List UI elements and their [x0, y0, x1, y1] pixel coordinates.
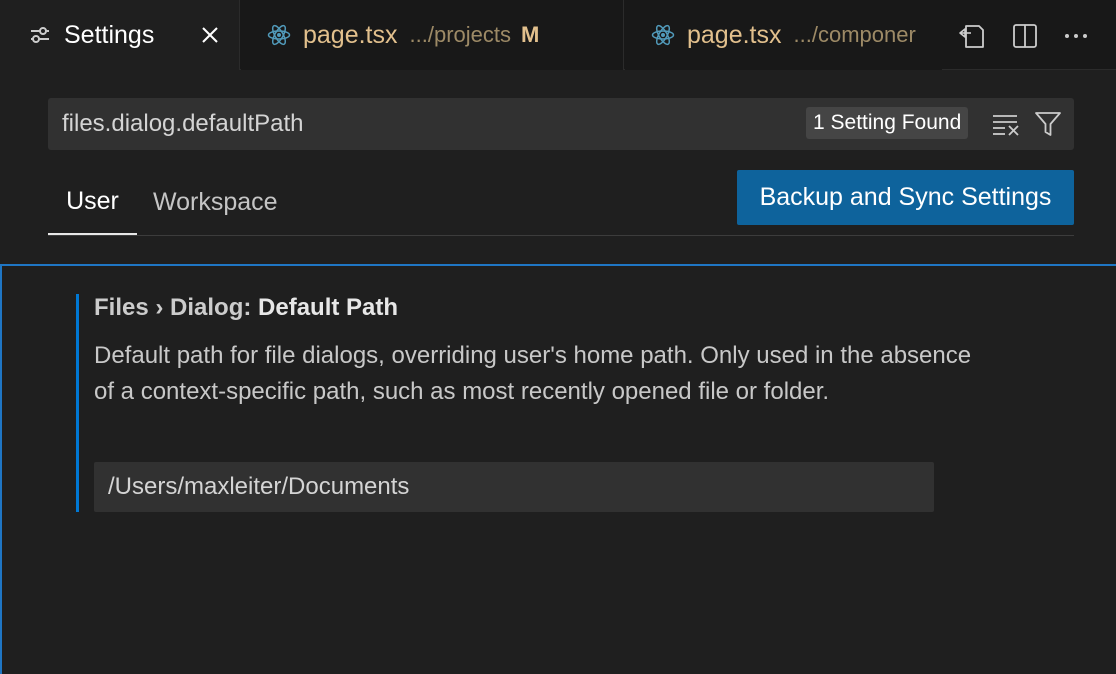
more-actions-icon[interactable] — [1060, 20, 1092, 52]
focus-divider — [0, 264, 1116, 266]
tab-page-tsx-components[interactable]: page.tsx .../componer — [625, 0, 942, 70]
tab-page-tsx-projects[interactable]: page.tsx .../projects M — [241, 0, 624, 70]
tab-page2-title: page.tsx — [687, 20, 782, 49]
default-path-input[interactable] — [94, 462, 934, 512]
clear-filter-icon[interactable] — [990, 110, 1022, 138]
tab-page1-title: page.tsx — [303, 20, 398, 49]
tab-settings-title: Settings — [64, 20, 155, 49]
modified-badge: M — [521, 22, 540, 47]
focus-border — [0, 266, 2, 674]
tab-workspace[interactable]: Workspace — [153, 170, 278, 235]
search-input[interactable] — [62, 98, 802, 150]
settings-sliders-icon — [28, 23, 52, 47]
setting-description: Default path for file dialogs, overridin… — [94, 342, 972, 405]
settings-editor-window: Settings page.tsx .../projects M page.ts… — [0, 0, 1116, 674]
setting-title: Files › Dialog: Default Path — [94, 294, 398, 322]
modified-indicator-bar — [76, 294, 79, 512]
tab-page2-path: .../componer — [793, 22, 916, 47]
open-preview-icon[interactable] — [956, 20, 988, 52]
tab-user[interactable]: User — [48, 170, 137, 235]
setting-item-files-dialog-default-path: Files › Dialog: Default Path Default pat… — [76, 294, 1076, 512]
editor-actions — [944, 0, 1116, 70]
editor-tab-bar: Settings page.tsx .../projects M page.ts… — [0, 0, 1116, 70]
split-editor-icon[interactable] — [1009, 20, 1041, 52]
react-icon — [267, 23, 291, 47]
backup-and-sync-button[interactable]: Backup and Sync Settings — [737, 170, 1074, 225]
tab-page1-path: .../projects — [409, 22, 511, 47]
close-icon[interactable] — [197, 22, 223, 48]
settings-scope-tabs: User Workspace Backup and Sync Settings — [48, 170, 1074, 236]
react-icon — [651, 23, 675, 47]
filter-icon[interactable] — [1032, 110, 1064, 138]
tab-settings[interactable]: Settings — [0, 0, 240, 70]
setting-category: Files › Dialog: — [94, 294, 259, 321]
setting-name: Default Path — [258, 294, 399, 321]
settings-search-box: 1 Setting Found — [48, 98, 1074, 150]
result-count-badge: 1 Setting Found — [806, 107, 969, 139]
